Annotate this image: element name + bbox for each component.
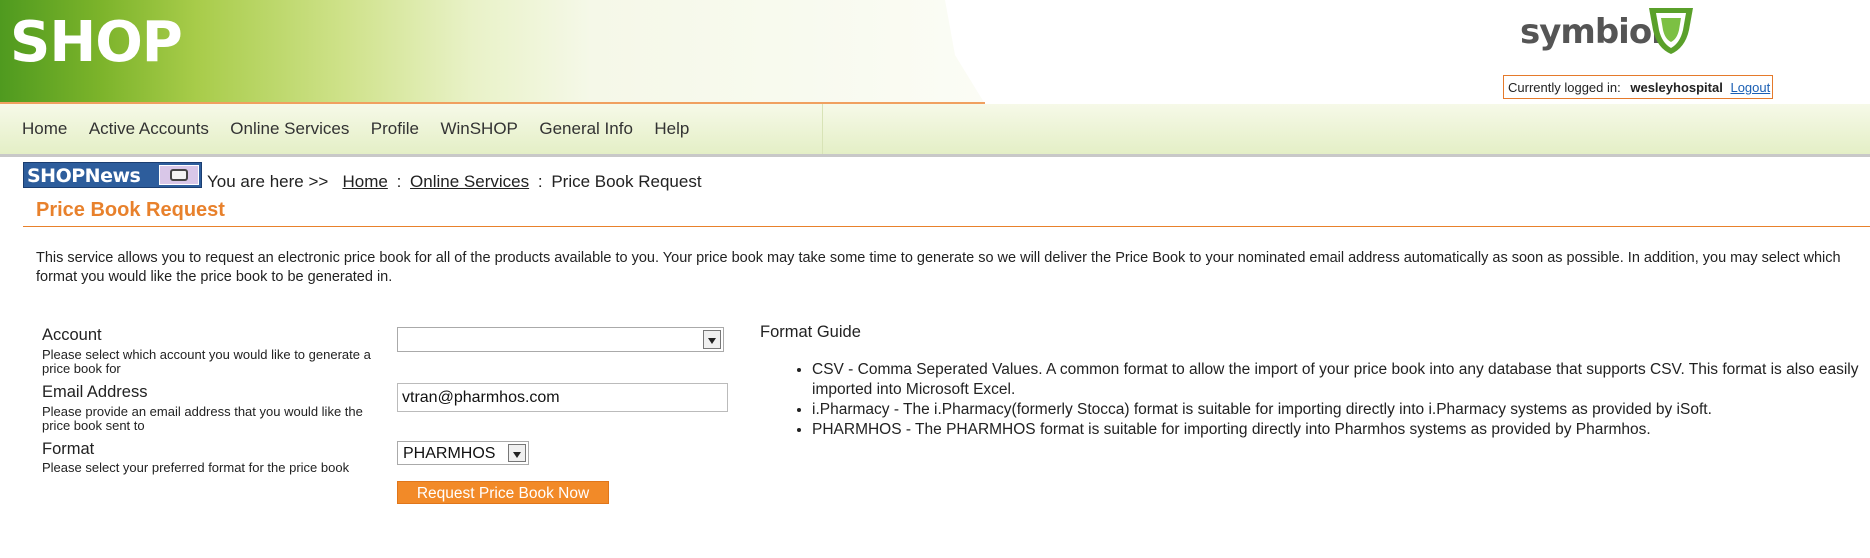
breadcrumb: You are here >> Home : Online Services :… xyxy=(207,172,702,192)
symbion-shield-icon xyxy=(1649,8,1693,54)
format-select-value: PHARMHOS xyxy=(403,445,496,462)
main-nav: Home Active Accounts Online Services Pro… xyxy=(0,104,1870,157)
news-device-icon xyxy=(159,165,199,185)
email-help: Please provide an email address that you… xyxy=(42,404,363,433)
format-help: Please select your preferred format for … xyxy=(42,460,350,475)
nav-item-winshop[interactable]: WinSHOP xyxy=(440,119,517,139)
breadcrumb-home-link[interactable]: Home xyxy=(342,172,387,191)
shop-news-label: SHOPNews xyxy=(27,165,141,187)
breadcrumb-separator: : xyxy=(396,172,402,191)
account-label: Account xyxy=(42,326,102,344)
nav-item-general-info[interactable]: General Info xyxy=(539,119,633,139)
site-header: SHOP symbion Currently logged in: wesley… xyxy=(0,0,1870,104)
nav-item-profile[interactable]: Profile xyxy=(371,119,419,139)
shop-news-banner[interactable]: SHOPNews xyxy=(23,162,202,188)
list-item: i.Pharmacy - The i.Pharmacy(formerly Sto… xyxy=(812,400,1870,420)
breadcrumb-current: Price Book Request xyxy=(551,172,702,191)
breadcrumb-separator: : xyxy=(537,172,543,191)
account-help: Please select which account you would li… xyxy=(42,347,371,376)
chevron-down-icon[interactable] xyxy=(508,444,526,462)
breadcrumb-prefix: You are here >> xyxy=(207,172,329,191)
format-label: Format xyxy=(42,440,95,458)
chevron-down-icon[interactable] xyxy=(703,330,721,349)
nav-item-help[interactable]: Help xyxy=(654,119,689,139)
account-select[interactable] xyxy=(397,327,724,352)
username: wesleyhospital xyxy=(1630,80,1723,95)
nav-item-active-accounts[interactable]: Active Accounts xyxy=(89,119,209,139)
intro-text: This service allows you to request an el… xyxy=(36,250,1841,285)
format-select[interactable]: PHARMHOS xyxy=(397,441,529,465)
format-guide-list: CSV - Comma Seperated Values. A common f… xyxy=(790,360,1870,440)
logout-link[interactable]: Logout xyxy=(1730,80,1770,95)
login-status: Currently logged in: wesleyhospital Logo… xyxy=(1503,75,1773,99)
page-title: Price Book Request xyxy=(36,199,225,221)
title-divider xyxy=(23,226,1870,227)
email-label: Email Address xyxy=(42,383,148,401)
request-price-book-button[interactable]: Request Price Book Now xyxy=(397,481,609,504)
shop-logo[interactable]: SHOP xyxy=(10,10,183,75)
breadcrumb-online-services-link[interactable]: Online Services xyxy=(410,172,529,191)
list-item: CSV - Comma Seperated Values. A common f… xyxy=(812,360,1870,400)
format-guide-title: Format Guide xyxy=(760,323,861,341)
login-label: Currently logged in: xyxy=(1508,80,1621,95)
nav-item-online-services[interactable]: Online Services xyxy=(230,119,349,139)
nav-divider xyxy=(822,104,823,154)
symbion-logo: symbion xyxy=(1520,4,1700,62)
list-item: PHARMHOS - The PHARMHOS format is suitab… xyxy=(812,420,1870,440)
nav-item-home[interactable]: Home xyxy=(22,119,67,139)
email-field[interactable] xyxy=(397,383,728,412)
